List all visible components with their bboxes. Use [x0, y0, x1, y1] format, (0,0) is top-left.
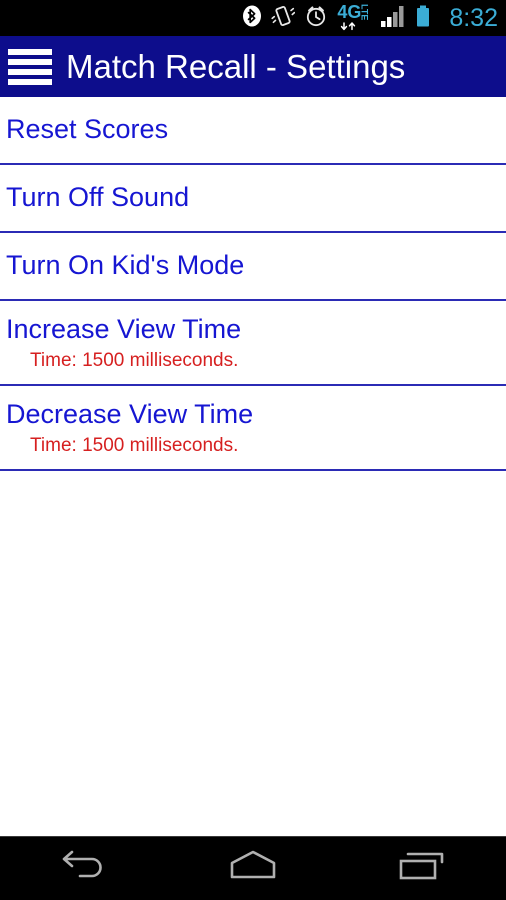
network-lte-label: LTE — [359, 4, 370, 21]
hamburger-bar — [8, 78, 52, 85]
home-button[interactable] — [203, 841, 303, 897]
settings-item-subtitle: Time: 1500 milliseconds. — [30, 435, 239, 457]
recents-icon — [396, 849, 448, 888]
settings-item-decrease-view-time[interactable]: Decrease View Time Time: 1500 millisecon… — [0, 386, 506, 471]
settings-item-title: Turn On Kid's Mode — [6, 250, 245, 281]
battery-icon — [415, 4, 431, 33]
settings-item-title: Turn Off Sound — [6, 182, 190, 213]
settings-item-turn-off-sound[interactable]: Turn Off Sound — [0, 165, 506, 233]
android-navigation-bar — [0, 836, 506, 900]
back-button[interactable] — [34, 841, 134, 897]
network-generation-label: 4G — [337, 2, 362, 22]
settings-item-reset-scores[interactable]: Reset Scores — [0, 97, 506, 165]
recents-button[interactable] — [372, 841, 472, 897]
status-bar: 4G LTE 8:32 — [0, 0, 506, 36]
vibrate-icon — [271, 4, 296, 33]
settings-item-increase-view-time[interactable]: Increase View Time Time: 1500 millisecon… — [0, 301, 506, 386]
alarm-icon — [304, 4, 328, 33]
app-title: Match Recall - Settings — [66, 48, 406, 85]
hamburger-bar — [8, 68, 52, 75]
network-4glte-icon: 4G LTE — [337, 2, 371, 31]
home-icon — [224, 849, 282, 888]
hamburger-menu-icon[interactable] — [8, 48, 52, 85]
back-arrow-icon — [58, 849, 110, 888]
settings-item-title: Reset Scores — [6, 114, 169, 145]
settings-item-title: Decrease View Time — [6, 399, 254, 430]
hamburger-bar — [8, 58, 52, 65]
signal-bars-icon — [380, 4, 406, 33]
settings-item-title: Increase View Time — [6, 314, 242, 345]
settings-item-turn-on-kids-mode[interactable]: Turn On Kid's Mode — [0, 233, 506, 301]
status-bar-icons: 4G LTE 8:32 — [242, 2, 498, 33]
app-bar: Match Recall - Settings — [0, 36, 506, 97]
bluetooth-icon — [242, 4, 262, 33]
status-bar-clock: 8:32 — [449, 3, 498, 32]
phone-screen: 4G LTE 8:32 Match Recall - Settings Rese… — [0, 0, 506, 900]
settings-item-subtitle: Time: 1500 milliseconds. — [30, 350, 239, 372]
settings-list: Reset Scores Turn Off Sound Turn On Kid'… — [0, 97, 506, 471]
hamburger-bar — [8, 48, 52, 55]
